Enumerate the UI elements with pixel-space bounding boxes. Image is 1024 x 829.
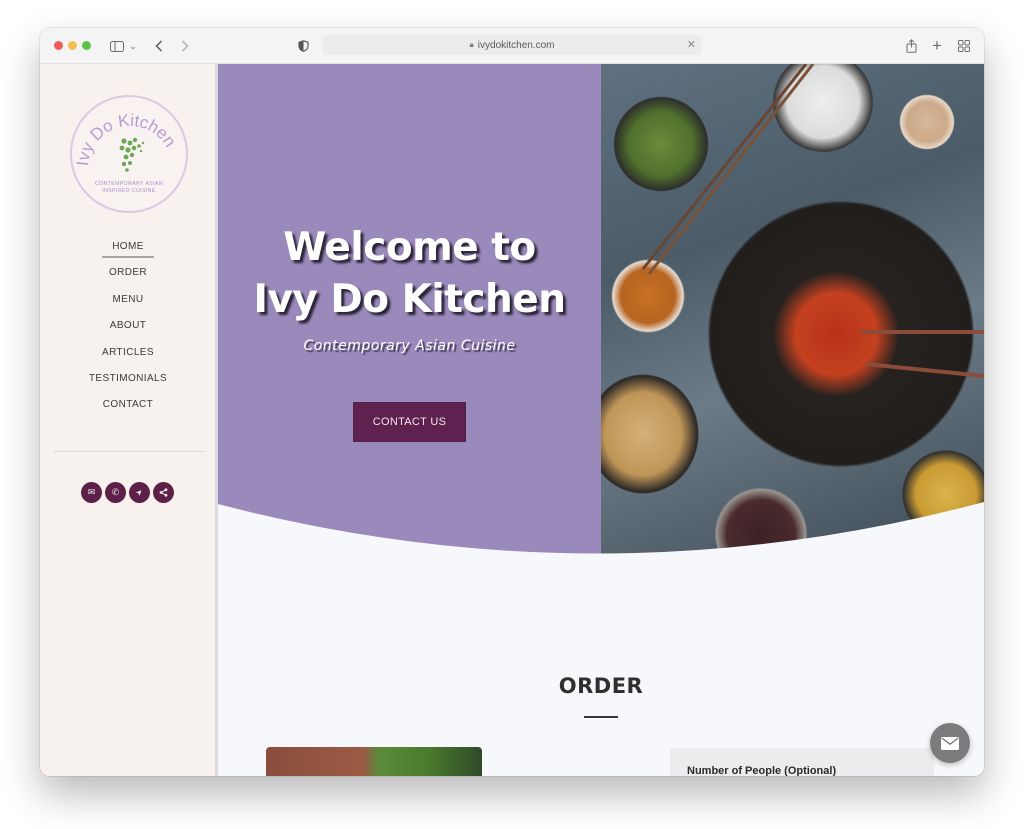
forward-icon[interactable] — [178, 36, 192, 56]
sidebar: Ivy Do Kitchen CONTEMPORARY ASIAN INSPIR… — [40, 64, 218, 776]
email-button[interactable]: ✉ — [81, 482, 102, 503]
floating-contact-button[interactable] — [930, 723, 970, 763]
browser-toolbar: ⌄ 🔒︎ ivydokitchen.com ✕ + — [40, 28, 984, 64]
number-of-people-label: Number of People (Optional) — [687, 765, 837, 776]
tab-overview-icon[interactable] — [957, 36, 971, 56]
nav-item-home[interactable]: HOME — [40, 234, 216, 260]
browser-window: ⌄ 🔒︎ ivydokitchen.com ✕ + Ivy Do Kitchen… — [40, 28, 984, 776]
share-button[interactable] — [153, 482, 174, 503]
hero-text: Welcome to Ivy Do Kitchen Contemporary A… — [218, 222, 601, 354]
site-logo[interactable]: Ivy Do Kitchen CONTEMPORARY ASIAN INSPIR… — [70, 95, 188, 213]
nav-item-order[interactable]: ORDER — [40, 260, 216, 286]
order-section-title: ORDER — [558, 674, 644, 698]
order-food-image — [266, 747, 482, 776]
hero-title: Welcome to Ivy Do Kitchen — [253, 225, 566, 322]
close-window-button[interactable] — [54, 41, 63, 50]
order-form: Number of People (Optional) — [670, 748, 934, 776]
location-arrow-icon: ➤ — [133, 486, 146, 499]
nav-item-articles[interactable]: ARTICLES — [40, 340, 216, 366]
url-text: ivydokitchen.com — [477, 39, 555, 51]
chevron-down-icon[interactable]: ⌄ — [128, 36, 138, 56]
envelope-icon: ✉ — [87, 487, 96, 497]
shield-icon[interactable] — [296, 36, 310, 56]
new-tab-icon[interactable]: + — [930, 36, 944, 56]
logo-tagline-2: INSPIRED CUISINE — [102, 188, 156, 194]
social-links: ✉ ✆ ➤ — [81, 482, 174, 503]
contact-us-button[interactable]: CONTACT US — [353, 402, 466, 442]
hero-section: Welcome to Ivy Do Kitchen Contemporary A… — [218, 64, 984, 554]
nav-item-menu[interactable]: MENU — [40, 287, 216, 313]
hero-subtitle: Contemporary Asian Cuisine — [303, 338, 516, 354]
clear-url-icon[interactable]: ✕ — [687, 38, 696, 51]
share-icon — [159, 488, 168, 497]
nav-item-contact[interactable]: CONTACT — [40, 392, 216, 418]
main-nav: HOME ORDER MENU ABOUT ARTICLES TESTIMONI… — [40, 234, 216, 419]
share-icon[interactable] — [904, 36, 918, 56]
envelope-icon — [941, 736, 959, 750]
web-page: Ivy Do Kitchen CONTEMPORARY ASIAN INSPIR… — [40, 64, 984, 776]
location-button[interactable]: ➤ — [129, 482, 150, 503]
back-icon[interactable] — [152, 36, 166, 56]
sidebar-divider — [54, 451, 204, 452]
logo-tagline-1: CONTEMPORARY ASIAN — [95, 181, 163, 187]
address-bar[interactable]: 🔒︎ ivydokitchen.com ✕ — [322, 35, 702, 55]
zoom-window-button[interactable] — [82, 41, 91, 50]
ivy-leaves-icon — [119, 137, 145, 172]
phone-icon: ✆ — [111, 487, 120, 497]
phone-button[interactable]: ✆ — [105, 482, 126, 503]
nav-item-testimonials[interactable]: TESTIMONIALS — [40, 366, 216, 392]
order-title-underline — [584, 716, 618, 718]
nav-item-about[interactable]: ABOUT — [40, 313, 216, 339]
lock-icon: 🔒︎ — [469, 40, 474, 49]
sidebar-icon[interactable] — [108, 36, 126, 56]
minimize-window-button[interactable] — [68, 41, 77, 50]
